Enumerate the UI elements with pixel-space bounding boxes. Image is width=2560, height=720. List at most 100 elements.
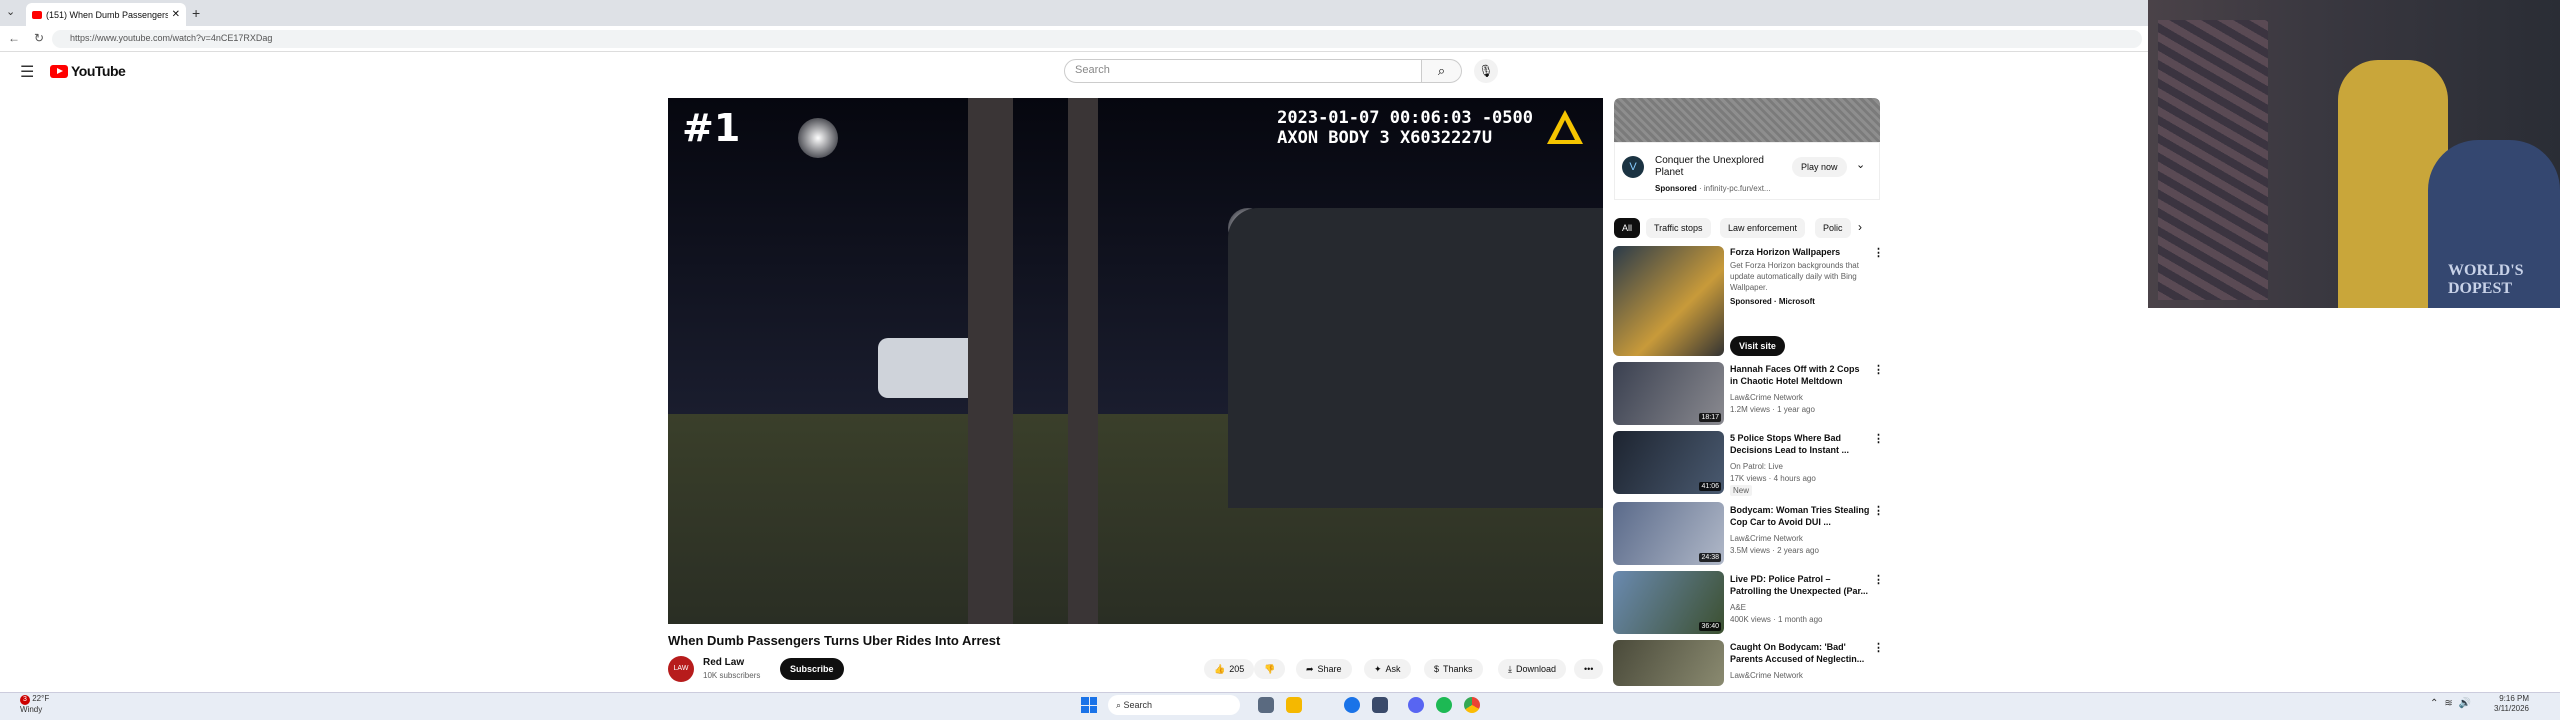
chip-law-enforcement[interactable]: Law enforcement xyxy=(1720,218,1806,238)
url-field[interactable]: https://www.youtube.com/watch?v=4nCE17RX… xyxy=(52,30,2142,48)
discord-icon[interactable] xyxy=(1408,697,1424,713)
ad-title[interactable]: Conquer the Unexplored Planet xyxy=(1655,155,1785,179)
rec-title[interactable]: Forza Horizon Wallpapers xyxy=(1730,246,1870,258)
store-icon[interactable] xyxy=(1372,697,1388,713)
windows-start-icon[interactable] xyxy=(1081,697,1097,713)
sparkle-icon: ✦ xyxy=(1374,664,1382,674)
rec-menu-icon[interactable]: ⋮ xyxy=(1873,573,1884,586)
rec-title[interactable]: Caught On Bodycam: 'Bad' Parents Accused… xyxy=(1730,641,1870,665)
video-frame-pillar xyxy=(968,98,1013,624)
ad-banner-image[interactable] xyxy=(1614,98,1880,142)
rec-thumbnail[interactable] xyxy=(1613,640,1724,686)
thumbs-down-icon: 👎 xyxy=(1264,664,1276,674)
chrome-icon[interactable] xyxy=(1464,697,1480,713)
search-input[interactable]: Search xyxy=(1064,59,1422,83)
video-player[interactable]: #1 2023-01-07 00:06:03 -0500 AXON BODY 3… xyxy=(668,98,1603,624)
youtube-logo[interactable]: YouTube xyxy=(50,63,126,79)
rec-channel[interactable]: On Patrol: Live xyxy=(1730,461,1783,472)
video-frame-light xyxy=(798,118,838,158)
chip-police[interactable]: Polic xyxy=(1815,218,1851,238)
share-button[interactable]: ➦ Share xyxy=(1296,659,1352,679)
microphone-icon[interactable]: 🎙 xyxy=(1474,59,1498,83)
tab-title: (151) When Dumb Passengers xyxy=(46,9,168,20)
ask-button[interactable]: ✦ Ask xyxy=(1364,659,1411,679)
rec-thumbnail[interactable]: 36:40 xyxy=(1613,571,1724,634)
rec-title[interactable]: Hannah Faces Off with 2 Cops in Chaotic … xyxy=(1730,363,1870,387)
rec-thumbnail[interactable]: 18:17 xyxy=(1613,362,1724,425)
rec-duration: 24:38 xyxy=(1699,553,1721,562)
reload-icon[interactable]: ↻ xyxy=(34,31,44,45)
browser-tab[interactable]: (151) When Dumb Passengers ✕ xyxy=(26,3,186,26)
rec-title[interactable]: Bodycam: Woman Tries Stealing Cop Car to… xyxy=(1730,504,1870,528)
ask-label: Ask xyxy=(1385,664,1401,674)
subscribe-button[interactable]: Subscribe xyxy=(780,658,844,680)
rec-menu-icon[interactable]: ⋮ xyxy=(1873,641,1884,654)
thanks-label: Thanks xyxy=(1443,664,1473,674)
channel-name[interactable]: Red Law xyxy=(703,657,744,668)
axon-logo-icon xyxy=(1547,110,1583,144)
rec-channel[interactable]: Law&Crime Network xyxy=(1730,533,1803,544)
rec-thumbnail[interactable]: 41:06 xyxy=(1613,431,1724,494)
bodycam-timestamp: 2023-01-07 00:06:03 -0500 xyxy=(1277,108,1533,128)
rec-duration: 18:17 xyxy=(1699,413,1721,422)
rec-description: Get Forza Horizon backgrounds that updat… xyxy=(1730,261,1859,292)
rec-duration: 41:06 xyxy=(1699,482,1721,491)
rec-menu-icon[interactable]: ⋮ xyxy=(1873,246,1884,259)
close-tab-icon[interactable]: ✕ xyxy=(172,9,180,20)
file-explorer-icon[interactable] xyxy=(1286,697,1302,713)
browser-tab-strip xyxy=(0,0,2148,26)
thanks-button[interactable]: $ Thanks xyxy=(1424,659,1483,679)
rec-channel[interactable]: Law&Crime Network xyxy=(1730,392,1803,403)
volume-icon[interactable]: 🔊 xyxy=(2459,698,2471,709)
rec-meta: 17K views · 4 hours ago xyxy=(1730,474,1816,483)
taskbar-search-label: Search xyxy=(1123,700,1153,710)
edge-browser-icon[interactable] xyxy=(1344,697,1360,713)
new-tab-button[interactable]: + xyxy=(192,5,200,21)
rec-title[interactable]: Live PD: Police Patrol – Patrolling the … xyxy=(1730,573,1870,597)
wifi-icon[interactable]: ≋ xyxy=(2444,698,2452,709)
taskbar-search[interactable]: ⌕ Search xyxy=(1108,695,1240,715)
bodycam-device: AXON BODY 3 X6032227U xyxy=(1277,128,1493,148)
rec-menu-icon[interactable]: ⋮ xyxy=(1873,363,1884,376)
search-icon[interactable]: ⌕ xyxy=(1422,59,1462,83)
weather-widget[interactable]: 3 22°F Windy xyxy=(20,694,49,715)
visit-site-button[interactable]: Visit site xyxy=(1730,336,1785,356)
guide-menu-icon[interactable]: ☰ xyxy=(20,62,34,82)
tab-search-icon[interactable]: ⌄ xyxy=(6,5,15,18)
chevron-down-icon[interactable]: ⌄ xyxy=(1856,158,1865,171)
chip-all[interactable]: All xyxy=(1614,218,1641,238)
channel-avatar[interactable]: LAW xyxy=(668,656,694,682)
chevron-up-icon[interactable]: ⌃ xyxy=(2430,698,2438,709)
rec-title[interactable]: 5 Police Stops Where Bad Decisions Lead … xyxy=(1730,432,1870,456)
chevron-right-icon[interactable]: › xyxy=(1858,220,1862,234)
thumbs-up-icon: 👍 xyxy=(1214,664,1226,674)
system-tray[interactable]: ⌃ ≋ 🔊 xyxy=(2430,698,2471,709)
more-actions-button[interactable]: ••• xyxy=(1574,659,1604,679)
channel-subscriber-count: 10K subscribers xyxy=(703,671,761,680)
video-title: When Dumb Passengers Turns Uber Rides In… xyxy=(668,633,1001,648)
video-frame-pillar xyxy=(1068,98,1098,624)
ad-sponsor-line: Sponsored · infinity-pc.fun/ext... xyxy=(1655,184,1771,193)
rec-channel[interactable]: A&E xyxy=(1730,602,1746,613)
download-icon: ⤓ xyxy=(1508,664,1512,674)
like-button[interactable]: 👍 205 xyxy=(1204,659,1255,679)
download-button[interactable]: ⤓ Download xyxy=(1498,659,1567,679)
youtube-logo-text: YouTube xyxy=(71,63,126,79)
chip-traffic-stops[interactable]: Traffic stops xyxy=(1646,218,1711,238)
dislike-button[interactable]: 👎 xyxy=(1254,659,1286,679)
rec-thumbnail[interactable]: 24:38 xyxy=(1613,502,1724,565)
rec-menu-icon[interactable]: ⋮ xyxy=(1873,504,1884,517)
play-now-button[interactable]: Play now xyxy=(1792,157,1847,177)
clock-time: 9:16 PM xyxy=(2499,694,2529,703)
spotify-icon[interactable] xyxy=(1436,697,1452,713)
rec-thumbnail[interactable] xyxy=(1613,246,1724,356)
back-icon[interactable]: ← xyxy=(8,31,20,45)
youtube-play-icon xyxy=(50,64,68,78)
rec-meta: 1.2M views · 1 year ago xyxy=(1730,405,1815,414)
rec-channel[interactable]: Law&Crime Network xyxy=(1730,670,1803,681)
share-label: Share xyxy=(1317,664,1342,674)
rec-menu-icon[interactable]: ⋮ xyxy=(1873,432,1884,445)
task-view-icon[interactable] xyxy=(1258,697,1274,713)
more-icon: ••• xyxy=(1584,664,1594,674)
taskbar-clock[interactable]: 9:16 PM 3/11/2026 xyxy=(2494,694,2529,714)
